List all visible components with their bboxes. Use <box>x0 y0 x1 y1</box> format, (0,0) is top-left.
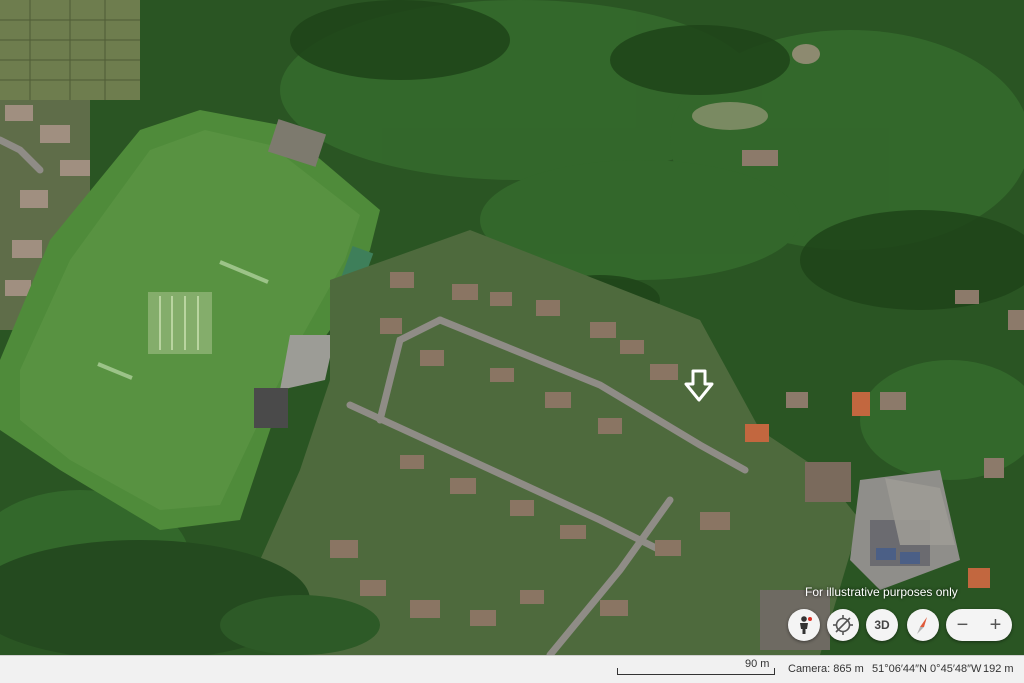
north-arrow-icon <box>917 617 927 634</box>
zoom-out-button[interactable]: − <box>946 609 979 641</box>
coordinates: 51°06′44″N 0°45′48″W <box>872 663 982 675</box>
zoom-in-button[interactable]: + <box>979 609 1012 641</box>
3d-toggle-button[interactable]: 3D <box>866 609 898 641</box>
status-bar: 90 m Camera: 865 m 51°06′44″N 0°45′48″W … <box>0 655 1024 683</box>
down-arrow-marker-icon <box>684 369 714 402</box>
zoom-control: − + <box>946 609 1012 641</box>
satellite-map[interactable]: For illustrative purposes only 3D − + <box>0 0 1024 655</box>
camera-altitude: Camera: 865 m <box>788 663 864 675</box>
elevation: 192 m <box>983 663 1014 675</box>
north-button[interactable] <box>907 609 939 641</box>
reset-tilt-button[interactable] <box>827 609 859 641</box>
person-icon <box>800 616 812 634</box>
location-marker[interactable] <box>684 369 714 403</box>
scale-label: 90 m <box>745 658 770 670</box>
satellite-imagery <box>0 0 1024 655</box>
compass-icon <box>833 615 853 635</box>
street-view-button[interactable] <box>788 609 820 641</box>
illustrative-note: For illustrative purposes only <box>805 585 958 599</box>
